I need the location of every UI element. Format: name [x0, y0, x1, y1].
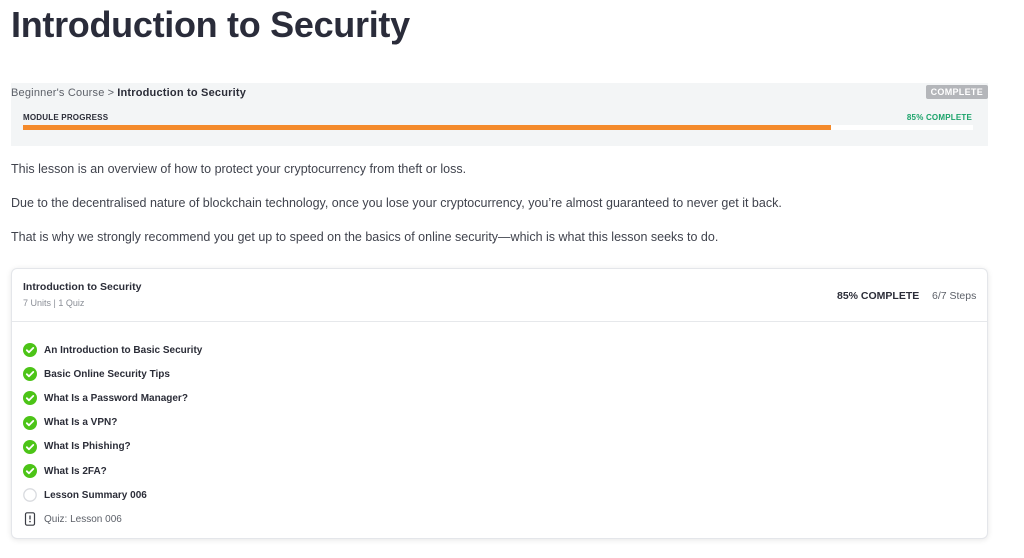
- lesson-item-label: Basic Online Security Tips: [44, 368, 170, 380]
- lesson-item[interactable]: What Is Phishing?: [23, 435, 202, 459]
- lesson-item-label: What Is a VPN?: [44, 417, 118, 429]
- course-card-steps: 6/7 Steps: [932, 290, 977, 302]
- course-card-subtitle: 7 Units | 1 Quiz: [23, 298, 85, 308]
- empty-circle-icon: [23, 488, 37, 503]
- module-progress-percent: 85% COMPLETE: [906, 113, 972, 122]
- lesson-list: An Introduction to Basic Security Basic O…: [23, 338, 202, 532]
- intro-paragraph: That is why we strongly recommend you ge…: [11, 230, 719, 244]
- lesson-item[interactable]: What Is 2FA?: [23, 459, 202, 483]
- course-card-complete: 85% COMPLETE: [837, 290, 920, 302]
- course-card-header[interactable]: Introduction to Security 7 Units | 1 Qui…: [12, 269, 987, 322]
- course-card-title: Introduction to Security: [23, 281, 142, 293]
- lesson-item-label: Lesson Summary 006: [44, 489, 147, 501]
- quiz-icon: [23, 512, 37, 527]
- progress-bar-track: [23, 125, 973, 130]
- breadcrumb: Beginner's Course > Introduction to Securi…: [11, 87, 246, 99]
- lesson-item-label: An Introduction to Basic Security: [44, 344, 203, 356]
- breadcrumb-link-course[interactable]: Beginner's Course: [11, 87, 105, 99]
- intro-paragraph: This lesson is an overview of how to pro…: [11, 162, 467, 176]
- lesson-item[interactable]: An Introduction to Basic Security: [23, 338, 202, 362]
- check-circle-icon: [23, 343, 37, 358]
- lesson-item-label: What Is Phishing?: [44, 441, 131, 453]
- quiz-item[interactable]: Quiz: Lesson 006: [23, 507, 202, 531]
- lesson-item[interactable]: Lesson Summary 006: [23, 483, 202, 507]
- intro-paragraph: Due to the decentralised nature of block…: [11, 196, 782, 210]
- lesson-item[interactable]: What Is a VPN?: [23, 411, 202, 435]
- check-circle-icon: [23, 439, 37, 454]
- check-circle-icon: [23, 415, 37, 430]
- lesson-item-label: What Is a Password Manager?: [44, 392, 188, 404]
- module-progress-panel: Beginner's Course > Introduction to Securi…: [11, 83, 988, 146]
- check-circle-icon: [23, 391, 37, 406]
- check-circle-icon: [23, 367, 37, 382]
- check-circle-icon: [23, 464, 37, 479]
- breadcrumb-separator: >: [107, 87, 115, 99]
- lesson-item-label: What Is 2FA?: [44, 465, 107, 477]
- status-badge: COMPLETE: [925, 85, 988, 99]
- breadcrumb-current: Introduction to Security: [117, 87, 247, 99]
- page-title: Introduction to Security: [11, 4, 410, 45]
- progress-bar-fill: [23, 125, 831, 130]
- lesson-item-label: Quiz: Lesson 006: [44, 513, 122, 525]
- lesson-item[interactable]: Basic Online Security Tips: [23, 362, 202, 386]
- lesson-item[interactable]: What Is a Password Manager?: [23, 386, 202, 410]
- module-progress-label: MODULE PROGRESS: [23, 113, 109, 122]
- course-content-card: Introduction to Security 7 Units | 1 Qui…: [11, 268, 988, 539]
